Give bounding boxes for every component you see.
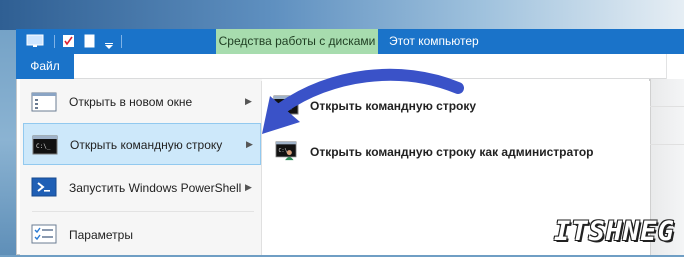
divider [650, 106, 684, 107]
desktop-background [0, 0, 684, 30]
chevron-right-icon: ▶ [246, 139, 253, 149]
menu-item-label: Открыть в новом окне [69, 95, 193, 109]
watermark: ITSHNEG [554, 216, 675, 247]
window-icon [31, 92, 57, 112]
menu-item-label: Открыть командную строку [70, 138, 223, 152]
svg-text:C:\_: C:\_ [36, 143, 51, 150]
cmd-icon: C:\_ [273, 95, 299, 115]
menu-item-open-new-window[interactable]: Открыть в новом окне ▶ [23, 81, 261, 123]
submenu-item-label: Открыть командную строку как администрат… [310, 145, 594, 159]
context-tab-disk-tools[interactable]: Средства работы с дисками [216, 29, 378, 54]
customize-toolbar-icon[interactable] [104, 39, 114, 53]
menu-item-powershell[interactable]: Запустить Windows PowerShell ▶ [23, 168, 261, 210]
title-bar: Средства работы с дисками Этот компьютер [16, 29, 684, 54]
toolbar-separator [54, 35, 55, 48]
menu-item-label: Параметры [69, 228, 133, 242]
settings-icon [31, 224, 57, 244]
toolbar-separator [121, 35, 122, 48]
computer-icon[interactable] [26, 34, 44, 48]
menu-divider [32, 211, 254, 212]
file-menu-commands: Открыть в новом окне ▶ C:\_ Открыть кома… [20, 79, 262, 255]
menu-item-open-cmd[interactable]: C:\_ Открыть командную строку ▶ [23, 123, 261, 165]
submenu-item-open-cmd-admin[interactable]: C:\_ Открыть командную строку как админи… [262, 131, 651, 173]
chevron-right-icon: ▶ [245, 182, 252, 192]
cmd-icon: C:\_ [32, 135, 58, 155]
window-edge [666, 54, 684, 79]
menu-item-label: Запустить Windows PowerShell [69, 181, 242, 195]
divider [650, 144, 684, 145]
menu-item-options[interactable]: Параметры [23, 215, 261, 257]
powershell-icon [31, 177, 57, 197]
ribbon-tabs: Файл [16, 54, 684, 79]
submenu-item-label: Открыть командную строку [310, 99, 477, 113]
cmd-admin-icon: C:\_ [275, 141, 297, 161]
chevron-right-icon: ▶ [245, 96, 252, 106]
svg-text:C:\_: C:\_ [277, 103, 292, 110]
new-folder-icon[interactable] [84, 34, 95, 48]
properties-icon[interactable] [62, 34, 75, 48]
window-title: Этот компьютер [389, 34, 479, 48]
submenu-item-open-cmd[interactable]: C:\_ Открыть командную строку [262, 85, 651, 127]
tab-file[interactable]: Файл [16, 54, 74, 79]
